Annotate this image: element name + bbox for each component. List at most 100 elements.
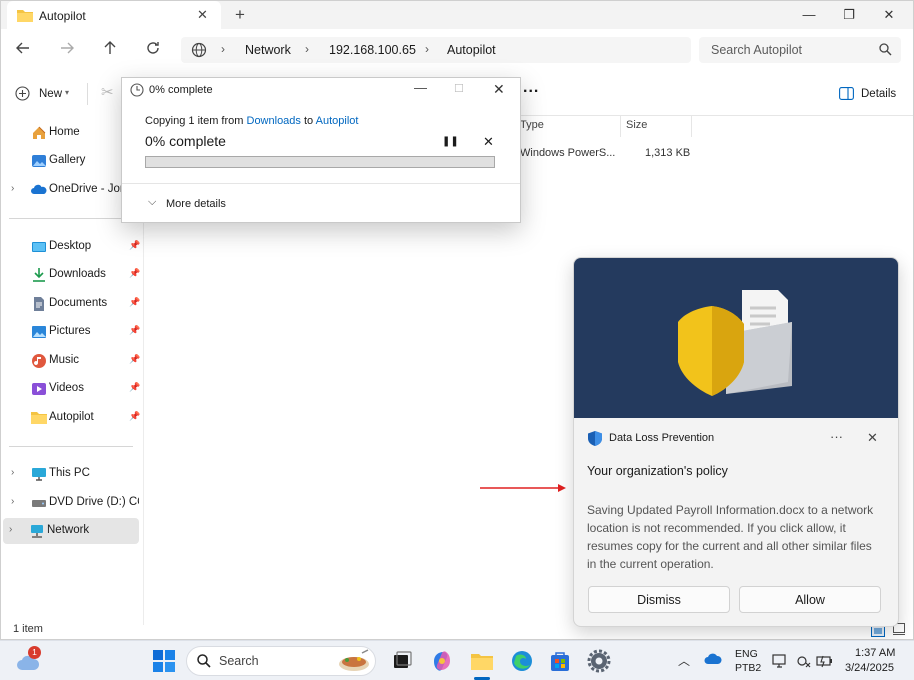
dialog-maximize-button: ☐ — [454, 83, 464, 95]
dialog-minimize-button[interactable]: — — [414, 80, 427, 95]
file-size-cell[interactable]: 1,313 KB — [645, 147, 690, 159]
copilot-icon[interactable] — [430, 649, 454, 673]
dlp-close-button[interactable]: ✕ — [867, 430, 878, 446]
pin-icon[interactable]: 📌 — [129, 297, 140, 308]
forward-icon[interactable] — [59, 40, 79, 60]
status-item-count: 1 item — [13, 623, 43, 635]
chevron-right-icon[interactable]: › — [9, 524, 12, 535]
notification-badge: 1 — [28, 646, 41, 659]
clock-date[interactable]: 3/24/2025 — [845, 662, 894, 674]
weather-widget[interactable]: 1 — [14, 646, 44, 675]
tab-title: Autopilot — [39, 9, 86, 23]
sidebar-item-music[interactable]: Music 📌 — [5, 348, 140, 374]
sidebar-item-autopilot[interactable]: Autopilot 📌 — [5, 405, 140, 431]
sidebar-item-label: Downloads — [49, 268, 106, 280]
chevron-right-icon[interactable]: › — [11, 496, 14, 507]
close-window-button[interactable]: ✕ — [879, 5, 899, 25]
keyboard-layout[interactable]: PTB2 — [735, 662, 761, 674]
new-button[interactable]: New ▾ — [11, 84, 73, 104]
sidebar-item-gallery[interactable]: Gallery — [5, 148, 139, 174]
sidebar-item-downloads[interactable]: Downloads 📌 — [5, 262, 140, 288]
dialog-close-button[interactable]: ✕ — [493, 81, 505, 98]
address-bar-row: › Network › 192.168.100.65 › Autopilot S… — [1, 29, 913, 71]
defender-shield-icon — [588, 431, 602, 446]
dismiss-button[interactable]: Dismiss — [588, 586, 730, 613]
red-arrow-annotation — [480, 482, 568, 494]
tab-bar: Autopilot ✕ + — ❐ ✕ — [1, 1, 913, 29]
pause-icon[interactable]: ❚❚ — [442, 136, 459, 147]
onedrive-tray-icon[interactable] — [704, 653, 722, 665]
tab-autopilot[interactable]: Autopilot ✕ — [7, 1, 221, 29]
desktop-icon — [31, 239, 47, 255]
pin-icon[interactable]: 📌 — [129, 325, 140, 336]
new-tab-icon[interactable]: + — [235, 5, 245, 25]
sidebar-item-label: Network — [47, 524, 90, 536]
pin-icon[interactable]: 📌 — [129, 382, 140, 393]
source-link[interactable]: Downloads — [247, 115, 301, 127]
display-tray-icon[interactable] — [772, 653, 788, 669]
taskbar: 1 Search ︿ ENG PTB2 1:37 AM 3/24/2025 — [0, 640, 914, 680]
sidebar-item-label: Documents — [49, 297, 108, 309]
restore-button[interactable]: ❐ — [839, 5, 859, 25]
task-view-icon[interactable] — [390, 649, 414, 673]
clock-time[interactable]: 1:37 AM — [855, 647, 895, 659]
destination-link[interactable]: Autopilot — [316, 115, 359, 127]
sidebar-item-pictures[interactable]: Pictures 📌 — [5, 319, 140, 345]
search-box[interactable]: Search Autopilot — [699, 37, 901, 63]
input-language[interactable]: ENG — [735, 648, 758, 660]
sidebar-item-home[interactable]: Home — [5, 120, 139, 146]
sidebar-item-desktop[interactable]: Desktop 📌 — [5, 234, 140, 260]
up-icon[interactable] — [102, 40, 122, 60]
network-disconnected-icon[interactable] — [795, 653, 811, 669]
breadcrumb[interactable]: › Network › 192.168.100.65 › Autopilot — [181, 37, 691, 63]
breadcrumb-autopilot[interactable]: Autopilot — [447, 43, 496, 57]
edge-icon[interactable] — [510, 649, 534, 673]
sidebar-item-this-pc[interactable]: › This PC — [5, 461, 139, 487]
pin-icon[interactable]: 📌 — [129, 354, 140, 365]
sidebar-item-dvd-drive[interactable]: › DVD Drive (D:) CCC — [5, 490, 139, 516]
file-explorer-taskbar-icon[interactable] — [470, 649, 494, 673]
start-button[interactable] — [152, 649, 176, 673]
dlp-body-text: Saving Updated Payroll Information.docx … — [587, 503, 874, 571]
pin-icon[interactable]: 📌 — [129, 411, 140, 422]
sidebar-item-label: This PC — [49, 467, 90, 479]
breadcrumb-host[interactable]: 192.168.100.65 — [329, 43, 416, 57]
sidebar-item-onedrive[interactable]: › OneDrive - Jorn — [5, 177, 139, 203]
taskbar-search-box[interactable]: Search — [186, 646, 376, 676]
search-icon[interactable] — [879, 43, 892, 56]
minimize-button[interactable]: — — [799, 5, 819, 25]
store-icon[interactable] — [548, 649, 572, 673]
allow-button[interactable]: Allow — [739, 586, 881, 613]
details-button[interactable]: Details — [837, 84, 897, 104]
sidebar-item-videos[interactable]: Videos 📌 — [5, 376, 140, 402]
column-header-type[interactable]: Type — [520, 119, 544, 131]
settings-gear-icon[interactable] — [587, 649, 611, 673]
dlp-app-name: Data Loss Prevention — [609, 432, 715, 444]
pin-icon[interactable]: 📌 — [129, 240, 140, 251]
chevron-right-icon[interactable]: › — [11, 467, 14, 478]
gallery-icon — [31, 153, 47, 169]
cut-icon[interactable]: ✂ — [101, 83, 114, 101]
back-icon[interactable] — [15, 40, 35, 60]
cancel-copy-icon[interactable]: ✕ — [483, 134, 494, 150]
sidebar-item-network[interactable]: › Network — [3, 518, 139, 544]
more-options-icon[interactable]: ... — [523, 79, 539, 97]
battery-icon[interactable] — [815, 653, 833, 669]
breadcrumb-network[interactable]: Network — [245, 43, 291, 57]
dlp-more-options-button[interactable]: ··· — [830, 429, 843, 444]
more-details-toggle[interactable]: ⌵ More details — [146, 196, 266, 214]
sidebar-item-documents[interactable]: Documents 📌 — [5, 291, 140, 317]
pin-icon[interactable]: 📌 — [129, 268, 140, 279]
column-header-size[interactable]: Size — [626, 119, 647, 131]
tab-close-icon[interactable]: ✕ — [197, 7, 208, 23]
show-hidden-icons-chevron-icon[interactable]: ︿ — [678, 652, 690, 669]
refresh-icon[interactable] — [145, 40, 165, 60]
file-type-cell[interactable]: Windows PowerS... — [520, 147, 615, 159]
search-placeholder[interactable]: Search Autopilot — [711, 43, 802, 57]
dialog-divider — [122, 183, 520, 184]
progress-percent-text: 0% complete — [145, 133, 226, 149]
dlp-toast-notification: Data Loss Prevention ··· ✕ Your organiza… — [573, 257, 899, 627]
copy-progress-dialog: 0% complete — ☐ ✕ Copying 1 item from Do… — [121, 77, 521, 223]
chevron-right-icon[interactable]: › — [11, 183, 14, 194]
new-button-label: New — [39, 88, 63, 100]
